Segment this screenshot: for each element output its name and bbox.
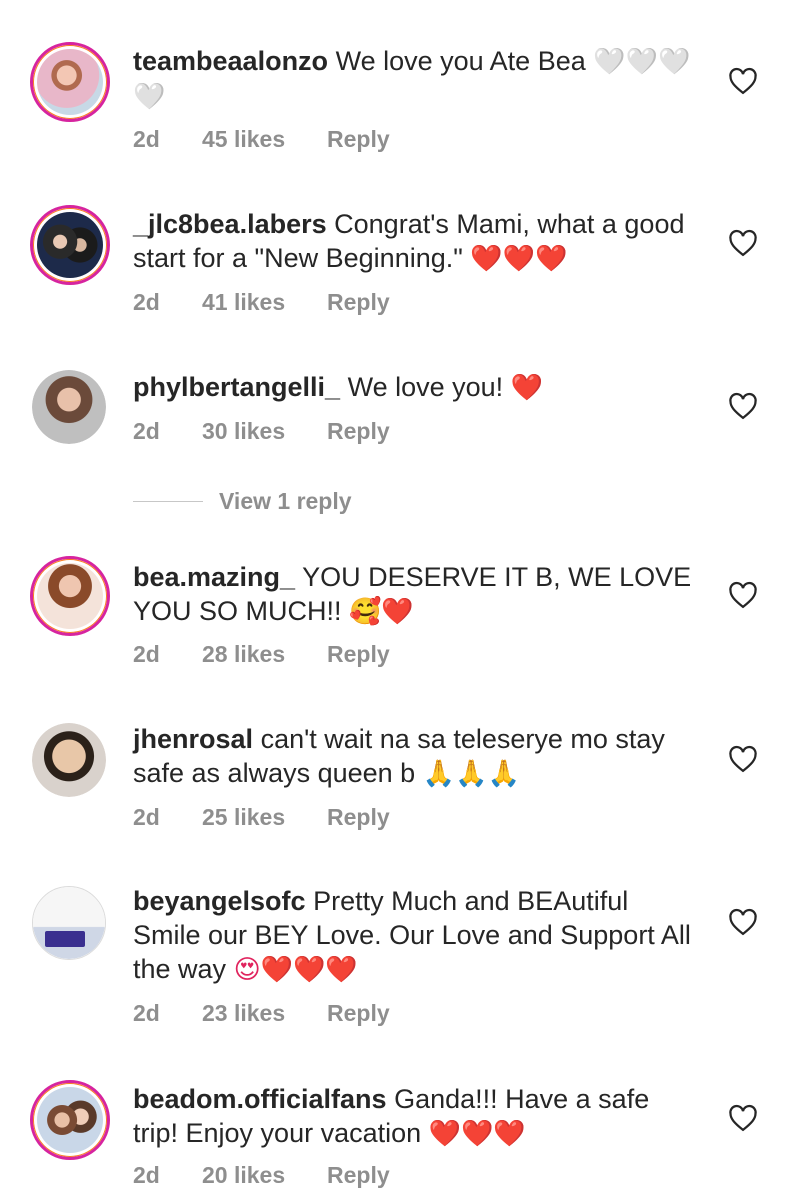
heart-outline-icon[interactable] xyxy=(728,908,758,936)
comment-likes[interactable]: 41 likes xyxy=(202,287,285,317)
comment-time: 2d xyxy=(133,126,160,152)
reply-button[interactable]: Reply xyxy=(327,124,390,154)
comment-likes[interactable]: 23 likes xyxy=(202,998,285,1028)
comment-username[interactable]: teambeaalonzo xyxy=(133,46,328,76)
comment-username[interactable]: beadom.officialfans xyxy=(133,1084,387,1114)
avatar[interactable] xyxy=(32,886,106,960)
comment-emoji: ❤️❤️❤️ xyxy=(428,1119,526,1149)
comment-time: 2d xyxy=(133,289,160,315)
avatar[interactable] xyxy=(32,370,106,444)
avatar[interactable] xyxy=(30,42,110,122)
divider xyxy=(133,501,203,502)
comment-emoji: 🙏🙏🙏 xyxy=(422,759,520,789)
comment-text: We love you Ate Bea xyxy=(335,46,586,76)
comment-emoji: 🥰❤️ xyxy=(349,597,414,627)
heart-outline-icon[interactable] xyxy=(728,581,758,609)
comment-text: We love you! xyxy=(347,372,504,402)
heart-outline-icon[interactable] xyxy=(728,67,758,95)
comment-username[interactable]: beyangelsofc xyxy=(133,886,306,916)
heart-outline-icon[interactable] xyxy=(728,745,758,773)
comment-username[interactable]: phylbertangelli_ xyxy=(133,372,340,402)
comment-time: 2d xyxy=(133,804,160,830)
comment-emoji: ❤️ xyxy=(510,373,544,403)
reply-button[interactable]: Reply xyxy=(327,416,390,446)
reply-button[interactable]: Reply xyxy=(327,998,390,1028)
reply-button[interactable]: Reply xyxy=(327,639,390,669)
comments-feed: teambeaalonzo We love you Ate Bea 🤍🤍🤍🤍 2… xyxy=(0,0,800,1188)
avatar[interactable] xyxy=(32,723,106,797)
comment-likes[interactable]: 45 likes xyxy=(202,124,285,154)
comment-time: 2d xyxy=(133,641,160,667)
comment-time: 2d xyxy=(133,1000,160,1026)
heart-outline-icon[interactable] xyxy=(728,1104,758,1132)
comment-emoji: 😍❤️❤️❤️ xyxy=(233,955,358,985)
comment-likes[interactable]: 28 likes xyxy=(202,639,285,669)
comment-username[interactable]: _jlc8bea.labers xyxy=(133,209,327,239)
comment-likes[interactable]: 25 likes xyxy=(202,802,285,832)
avatar-badge-graphic xyxy=(45,931,85,947)
comment-emoji: ❤️❤️❤️ xyxy=(470,244,568,274)
comment-username[interactable]: jhenrosal xyxy=(133,724,253,754)
avatar[interactable] xyxy=(30,1080,110,1160)
view-replies-label[interactable]: View 1 reply xyxy=(219,486,352,516)
comment-time: 2d xyxy=(133,418,160,444)
reply-button[interactable]: Reply xyxy=(327,287,390,317)
avatar[interactable] xyxy=(30,205,110,285)
comment-likes[interactable]: 30 likes xyxy=(202,416,285,446)
heart-outline-icon[interactable] xyxy=(728,392,758,420)
reply-button[interactable]: Reply xyxy=(327,802,390,832)
heart-outline-icon[interactable] xyxy=(728,229,758,257)
comment-username[interactable]: bea.mazing_ xyxy=(133,562,295,592)
avatar[interactable] xyxy=(30,556,110,636)
